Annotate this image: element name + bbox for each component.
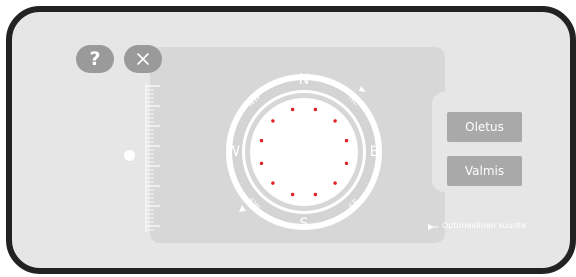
optimal-direction-marker-ne: [359, 86, 366, 92]
compass-point: [313, 107, 318, 112]
compass-label-east: E: [370, 144, 379, 160]
app-frame: ? N S E W NE NW SE SW Oletus Valmis Opti…: [0, 0, 576, 277]
done-button[interactable]: Valmis: [447, 156, 522, 186]
compass-label-west: W: [226, 144, 240, 160]
compass-point: [259, 161, 264, 166]
close-button[interactable]: [124, 45, 162, 73]
compass-point: [271, 119, 275, 123]
compass-label-south: S: [300, 216, 309, 232]
optimal-direction-marker-sw: [239, 205, 246, 212]
compass-dial[interactable]: N S E W NE NW SE SW: [224, 72, 384, 232]
compass-label-north: N: [299, 72, 309, 88]
compass-point: [333, 181, 337, 185]
help-button[interactable]: ?: [76, 45, 114, 73]
default-button[interactable]: Oletus: [447, 112, 522, 142]
compass-point: [290, 192, 295, 197]
legend-text: Optimaalinen suunta: [442, 221, 526, 230]
panel-notch: [432, 92, 446, 192]
compass-point: [313, 192, 318, 197]
arrow-pointer-icon: [428, 224, 438, 230]
compass-point: [344, 138, 349, 143]
compass-point: [333, 119, 337, 123]
ruler-ticks: [146, 85, 160, 231]
slider-handle[interactable]: [124, 150, 135, 161]
ruler-scale[interactable]: [140, 82, 170, 234]
compass-point: [344, 161, 349, 166]
question-mark-icon: ?: [89, 47, 101, 70]
compass-center: [250, 98, 358, 206]
compass-point: [290, 107, 295, 112]
close-x-icon: [137, 53, 149, 65]
compass-point: [259, 138, 264, 143]
compass-point: [271, 181, 275, 185]
